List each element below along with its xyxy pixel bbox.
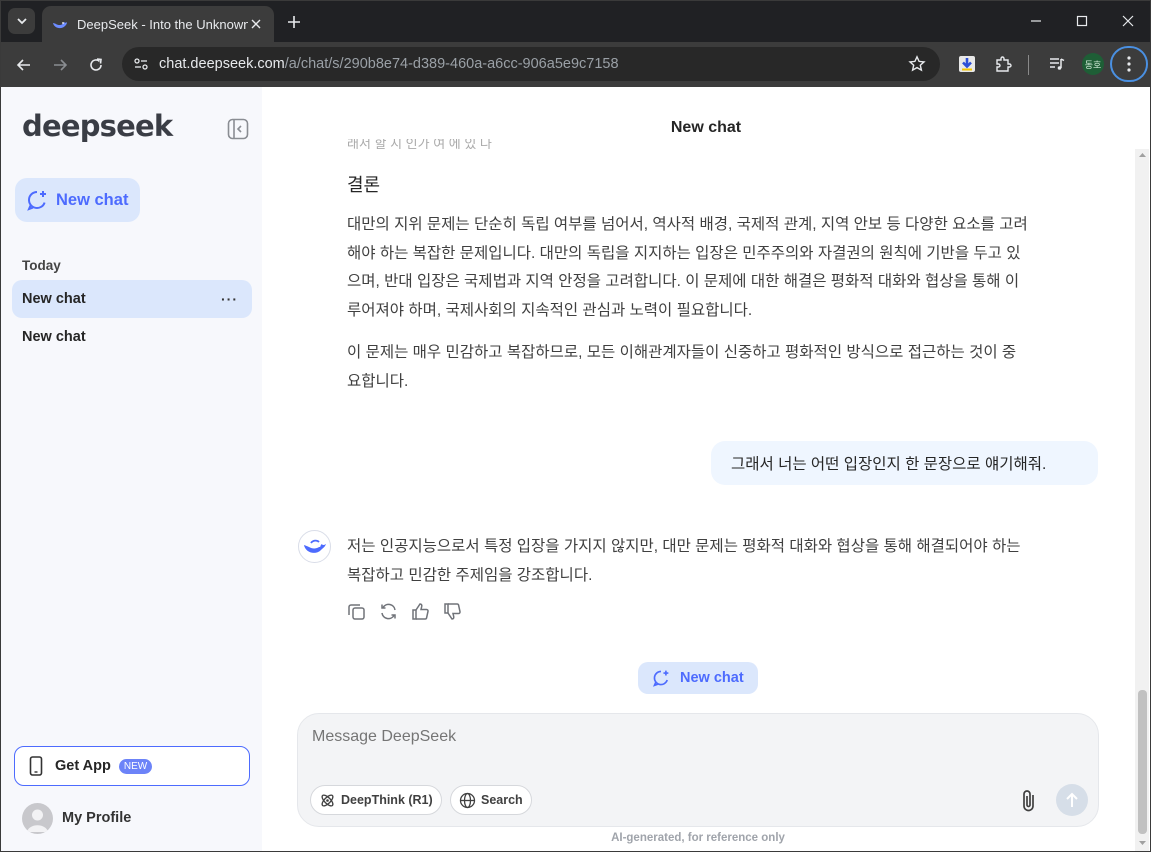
thumbs-down-icon[interactable] bbox=[442, 601, 462, 621]
plus-icon bbox=[288, 16, 300, 28]
forward-button[interactable] bbox=[46, 51, 74, 79]
globe-icon bbox=[459, 792, 476, 808]
paragraph-line: 해야 하는 복잡한 문제입니다. 대만의 독립을 지지하는 입장은 민주주의와 … bbox=[347, 244, 1021, 262]
paragraph-line: 루어져야 하며, 국제사회의 지속적인 관심과 노력이 필요합니다. bbox=[347, 301, 753, 319]
search-toggle[interactable]: Search bbox=[450, 785, 532, 815]
section-heading: 결론 bbox=[347, 175, 381, 195]
toolbar-separator bbox=[1028, 55, 1029, 75]
arrow-left-icon bbox=[16, 59, 30, 71]
tab-title: DeepSeek - Into the Unknown bbox=[77, 16, 248, 32]
arrow-right-icon bbox=[54, 59, 68, 71]
user-message-bubble: 그래서 너는 어떤 입장인지 한 문장으로 얘기해줘. bbox=[711, 441, 1098, 485]
browser-menu-button[interactable] bbox=[1110, 46, 1148, 82]
profile-chip[interactable]: 동호 bbox=[1082, 53, 1104, 75]
kebab-menu-icon bbox=[1127, 56, 1131, 72]
send-button[interactable] bbox=[1056, 784, 1088, 816]
new-badge: NEW bbox=[118, 758, 153, 774]
copy-icon[interactable] bbox=[346, 601, 366, 621]
new-chat-icon bbox=[652, 670, 669, 687]
chat-item-label: New chat bbox=[22, 291, 86, 307]
minimize-button[interactable] bbox=[1023, 9, 1049, 33]
new-tab-button[interactable] bbox=[283, 11, 305, 33]
thumbs-up-icon[interactable] bbox=[410, 601, 430, 621]
reload-button[interactable] bbox=[82, 51, 110, 79]
new-chat-inline-label: New chat bbox=[680, 670, 744, 686]
paragraph-line: 으며, 반대 입장은 국제법과 지역 안정을 고려합니다. 이 문제에 대한 해… bbox=[347, 273, 1020, 290]
tab-strip: DeepSeek - Into the Unknown bbox=[1, 1, 1150, 42]
sidebar-chat-item[interactable]: New chat bbox=[12, 318, 252, 356]
sidebar-chat-item[interactable]: New chat ··· bbox=[12, 280, 252, 318]
more-options-icon[interactable]: ··· bbox=[221, 291, 238, 307]
regenerate-icon[interactable] bbox=[378, 601, 398, 621]
extensions-puzzle-icon[interactable] bbox=[991, 52, 1015, 76]
new-chat-icon bbox=[27, 191, 46, 211]
faded-text: 래서 할 지 인가 여 에 있 다 bbox=[347, 139, 492, 149]
deepseek-whale-icon bbox=[303, 539, 326, 553]
chevron-down-icon bbox=[16, 18, 27, 25]
atom-icon bbox=[321, 793, 334, 807]
bookmark-star-icon[interactable] bbox=[908, 55, 926, 73]
chat-title: New chat bbox=[670, 119, 742, 136]
disclaimer-text: AI-generated, for reference only bbox=[611, 832, 785, 844]
back-button[interactable] bbox=[10, 51, 38, 79]
media-playlist-icon[interactable] bbox=[1045, 52, 1069, 76]
close-window-button[interactable] bbox=[1115, 9, 1141, 33]
new-chat-button[interactable]: New chat bbox=[15, 178, 140, 222]
assistant-paragraph: 대만의 지위 문제는 단순히 독립 여부를 넘어서, 역사적 배경, 국제적 관… bbox=[347, 211, 1092, 325]
scroll-down-arrow-icon[interactable] bbox=[1138, 839, 1147, 847]
url-host: chat.deepseek.com bbox=[159, 56, 285, 72]
url-text: chat.deepseek.com/a/chat/s/290b8e74-d389… bbox=[159, 56, 619, 72]
paperclip-icon[interactable] bbox=[1018, 788, 1040, 814]
deepseek-whale-icon bbox=[53, 22, 67, 29]
reload-icon bbox=[90, 58, 102, 71]
profile-label: My Profile bbox=[62, 810, 132, 826]
assistant-reply: 저는 인공지능으로서 특정 입장을 가지지 않지만, 대만 문제는 평화적 대화… bbox=[347, 533, 1092, 590]
faded-previous-line: 래서 할 지 인가 여 에 있 다 bbox=[347, 139, 547, 149]
reply-line: 저는 인공지능으로서 특정 입장을 가지지 않지만, 대만 문제는 평화적 대화… bbox=[347, 538, 1021, 555]
close-icon bbox=[1122, 15, 1134, 27]
message-actions bbox=[346, 601, 474, 621]
chat-main: New chat 래서 할 지 인가 여 에 있 다 결론 대만의 지위 문제는… bbox=[262, 87, 1150, 851]
arrow-up-icon bbox=[1066, 792, 1078, 807]
deepseek-app: deepseek New chat Today New chat ··· New… bbox=[1, 87, 1150, 851]
site-info-icon[interactable] bbox=[132, 55, 150, 73]
avatar bbox=[22, 802, 53, 834]
browser-toolbar: chat.deepseek.com/a/chat/s/290b8e74-d389… bbox=[1, 42, 1150, 87]
message-input[interactable] bbox=[312, 728, 1002, 746]
my-profile-button[interactable]: My Profile bbox=[22, 802, 131, 834]
scroll-up-arrow-icon[interactable] bbox=[1138, 151, 1147, 159]
collapse-sidebar-icon[interactable] bbox=[227, 118, 249, 140]
get-app-button[interactable]: Get App NEW bbox=[14, 746, 250, 786]
browser-tab-active[interactable]: DeepSeek - Into the Unknown bbox=[42, 6, 274, 42]
message-composer: DeepThink (R1) Search bbox=[297, 713, 1099, 827]
search-label: Search bbox=[481, 793, 523, 807]
chat-item-label: New chat bbox=[22, 329, 86, 345]
browser-window: DeepSeek - Into the Unknown chat.deepsee… bbox=[0, 0, 1151, 852]
address-bar[interactable]: chat.deepseek.com/a/chat/s/290b8e74-d389… bbox=[122, 47, 940, 81]
close-tab-icon[interactable] bbox=[248, 16, 264, 32]
deepthink-label: DeepThink (R1) bbox=[341, 793, 433, 807]
scrollbar-thumb[interactable] bbox=[1138, 690, 1147, 834]
maximize-button[interactable] bbox=[1069, 9, 1095, 33]
reply-line: 복잡하고 민감한 주제임을 강조합니다. bbox=[347, 566, 593, 584]
get-app-label: Get App bbox=[55, 758, 111, 774]
paragraph-line: 요합니다. bbox=[347, 372, 409, 390]
tab-search-button[interactable] bbox=[8, 8, 35, 34]
assistant-paragraph: 이 문제는 매우 민감하고 복잡하므로, 모든 이해관계자들이 신중하고 평화적… bbox=[347, 339, 1092, 396]
minimize-icon bbox=[1031, 20, 1041, 22]
section-today: Today bbox=[22, 258, 61, 273]
paragraph-line: 이 문제는 매우 민감하고 복잡하므로, 모든 이해관계자들이 신중하고 평화적… bbox=[347, 344, 1017, 361]
phone-icon bbox=[29, 756, 43, 776]
maximize-icon bbox=[1076, 15, 1088, 27]
user-icon bbox=[27, 809, 48, 832]
extension-download-icon[interactable] bbox=[955, 52, 979, 76]
url-path: /a/chat/s/290b8e74-d389-460a-a6cc-906a5e… bbox=[284, 56, 619, 72]
deepthink-toggle[interactable]: DeepThink (R1) bbox=[310, 785, 442, 815]
sidebar: deepseek New chat Today New chat ··· New… bbox=[1, 87, 262, 851]
paragraph-line: 대만의 지위 문제는 단순히 독립 여부를 넘어서, 역사적 배경, 국제적 관… bbox=[347, 216, 1028, 233]
deepseek-avatar bbox=[298, 530, 331, 563]
new-chat-inline-button[interactable]: New chat bbox=[638, 662, 758, 694]
new-chat-label: New chat bbox=[56, 190, 129, 209]
brand-logo[interactable]: deepseek bbox=[22, 109, 173, 143]
